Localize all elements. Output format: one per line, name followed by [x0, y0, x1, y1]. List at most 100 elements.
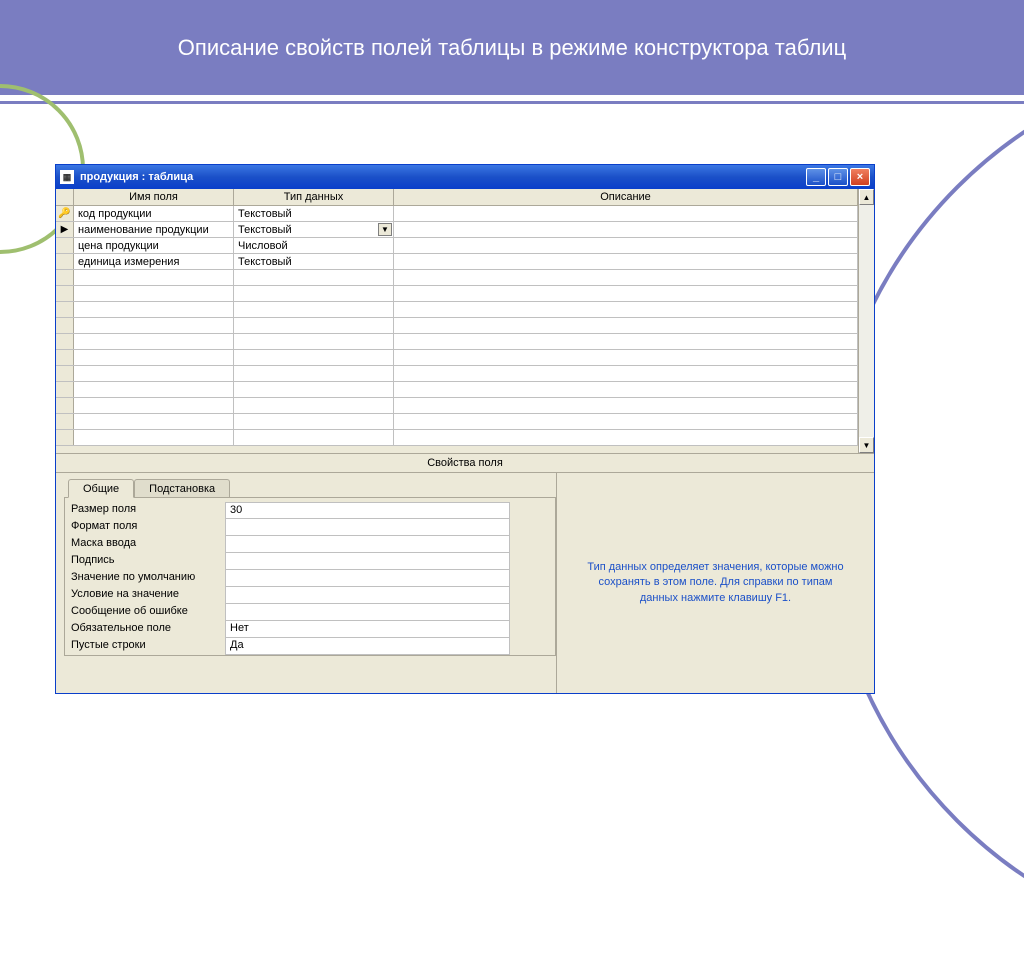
row-selector[interactable]: [56, 334, 74, 349]
property-label: Формат поля: [65, 519, 225, 536]
data-type-cell[interactable]: [234, 382, 394, 397]
scroll-track[interactable]: [859, 205, 874, 437]
field-name-cell[interactable]: цена продукции: [74, 238, 234, 253]
description-cell[interactable]: [394, 238, 858, 253]
field-name-cell[interactable]: [74, 270, 234, 285]
description-cell[interactable]: [394, 366, 858, 381]
table-row[interactable]: [56, 286, 858, 302]
table-row[interactable]: единица измеренияТекстовый: [56, 254, 858, 270]
row-selector[interactable]: 🔑: [56, 206, 74, 221]
table-row[interactable]: [56, 382, 858, 398]
description-cell[interactable]: [394, 398, 858, 413]
row-selector[interactable]: [56, 398, 74, 413]
property-value[interactable]: Нет: [225, 621, 510, 638]
field-name-cell[interactable]: [74, 382, 234, 397]
table-row[interactable]: [56, 398, 858, 414]
description-cell[interactable]: [394, 302, 858, 317]
property-value[interactable]: [225, 553, 510, 570]
property-value[interactable]: [225, 604, 510, 621]
data-type-cell[interactable]: [234, 398, 394, 413]
description-cell[interactable]: [394, 286, 858, 301]
data-type-cell[interactable]: Текстовый: [234, 254, 394, 269]
row-selector[interactable]: [56, 254, 74, 269]
field-name-cell[interactable]: наименование продукции: [74, 222, 234, 237]
data-type-cell[interactable]: [234, 302, 394, 317]
row-selector[interactable]: [56, 286, 74, 301]
field-name-cell[interactable]: [74, 286, 234, 301]
description-cell[interactable]: [394, 270, 858, 285]
table-row[interactable]: [56, 430, 858, 446]
description-cell[interactable]: [394, 254, 858, 269]
property-value[interactable]: [225, 587, 510, 604]
table-row[interactable]: [56, 366, 858, 382]
description-cell[interactable]: [394, 318, 858, 333]
data-type-cell[interactable]: [234, 366, 394, 381]
property-value[interactable]: 30: [225, 502, 510, 519]
row-selector[interactable]: [56, 318, 74, 333]
data-type-cell[interactable]: [234, 414, 394, 429]
property-value[interactable]: Да: [225, 638, 510, 655]
field-name-cell[interactable]: [74, 430, 234, 445]
row-selector[interactable]: [56, 350, 74, 365]
row-selector[interactable]: [56, 302, 74, 317]
maximize-button[interactable]: □: [828, 168, 848, 186]
property-value[interactable]: [225, 519, 510, 536]
tab-general[interactable]: Общие: [68, 479, 134, 498]
field-name-cell[interactable]: [74, 414, 234, 429]
description-cell[interactable]: [394, 350, 858, 365]
row-selector[interactable]: [56, 366, 74, 381]
description-cell[interactable]: [394, 382, 858, 397]
field-name-cell[interactable]: [74, 398, 234, 413]
field-name-cell[interactable]: [74, 302, 234, 317]
data-type-cell[interactable]: [234, 334, 394, 349]
table-row[interactable]: цена продукцииЧисловой: [56, 238, 858, 254]
field-name-cell[interactable]: [74, 366, 234, 381]
grid-header-selector[interactable]: [56, 189, 74, 205]
description-cell[interactable]: [394, 334, 858, 349]
table-row[interactable]: [56, 302, 858, 318]
description-cell[interactable]: [394, 414, 858, 429]
scroll-down-button[interactable]: ▼: [859, 437, 874, 453]
grid-header-datatype[interactable]: Тип данных: [234, 189, 394, 205]
minimize-button[interactable]: _: [806, 168, 826, 186]
scroll-up-button[interactable]: ▲: [859, 189, 874, 205]
row-selector[interactable]: [56, 270, 74, 285]
field-name-cell[interactable]: единица измерения: [74, 254, 234, 269]
data-type-cell[interactable]: [234, 318, 394, 333]
row-selector[interactable]: [56, 414, 74, 429]
table-row[interactable]: [56, 350, 858, 366]
data-type-cell[interactable]: [234, 350, 394, 365]
data-type-cell[interactable]: Числовой: [234, 238, 394, 253]
description-cell[interactable]: [394, 222, 858, 237]
field-name-cell[interactable]: [74, 350, 234, 365]
row-selector[interactable]: [56, 430, 74, 445]
field-name-cell[interactable]: [74, 318, 234, 333]
description-cell[interactable]: [394, 206, 858, 221]
table-row[interactable]: [56, 334, 858, 350]
data-type-cell[interactable]: Текстовый: [234, 206, 394, 221]
grid-header-description[interactable]: Описание: [394, 189, 858, 205]
property-value[interactable]: [225, 570, 510, 587]
property-value[interactable]: [225, 536, 510, 553]
row-selector[interactable]: [56, 238, 74, 253]
table-row[interactable]: [56, 270, 858, 286]
grid-header-fieldname[interactable]: Имя поля: [74, 189, 234, 205]
data-type-cell[interactable]: [234, 430, 394, 445]
field-name-cell[interactable]: код продукции: [74, 206, 234, 221]
close-button[interactable]: ×: [850, 168, 870, 186]
vertical-scrollbar[interactable]: ▲ ▼: [858, 189, 874, 453]
description-cell[interactable]: [394, 430, 858, 445]
tab-lookup[interactable]: Подстановка: [134, 479, 230, 497]
data-type-cell[interactable]: [234, 270, 394, 285]
data-type-cell[interactable]: Текстовый▼: [234, 222, 394, 237]
window-titlebar[interactable]: ▦ продукция : таблица _ □ ×: [56, 165, 874, 189]
datatype-dropdown-button[interactable]: ▼: [378, 223, 392, 236]
row-selector[interactable]: [56, 382, 74, 397]
table-row[interactable]: 🔑код продукцииТекстовый: [56, 206, 858, 222]
table-row[interactable]: [56, 318, 858, 334]
table-row[interactable]: [56, 414, 858, 430]
row-selector[interactable]: ▶: [56, 222, 74, 237]
field-name-cell[interactable]: [74, 334, 234, 349]
table-row[interactable]: ▶наименование продукцииТекстовый▼: [56, 222, 858, 238]
data-type-cell[interactable]: [234, 286, 394, 301]
